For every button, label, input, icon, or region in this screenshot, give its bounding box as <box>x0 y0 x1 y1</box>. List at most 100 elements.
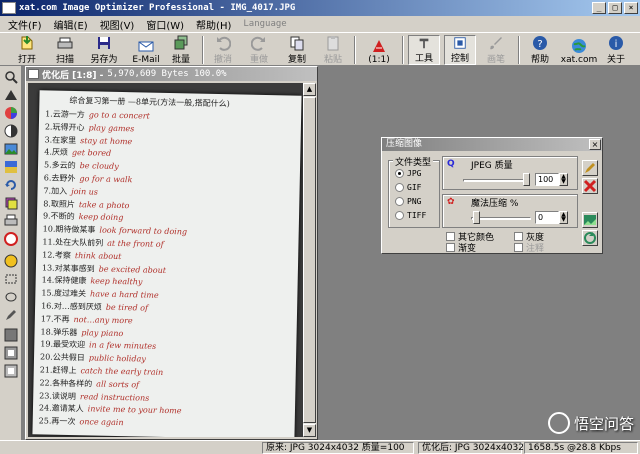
open-button[interactable]: 打开 <box>10 35 44 65</box>
apply-button[interactable] <box>582 160 598 176</box>
minimize-button[interactable]: _ <box>592 2 606 14</box>
control-label: 控制 <box>450 54 469 64</box>
dark-swatch-icon[interactable] <box>4 328 18 342</box>
vertical-scrollbar[interactable]: ▲ ▼ <box>303 83 316 437</box>
title-bar[interactable]: xat.com Image Optimizer Professional - I… <box>0 0 640 16</box>
picker-icon[interactable] <box>4 254 18 268</box>
magic-compress-label: 魔法压缩 % <box>471 199 519 209</box>
preview-button[interactable] <box>582 212 598 228</box>
radio-tiff-dot[interactable] <box>395 211 404 220</box>
brush-button[interactable]: 画笔 <box>480 35 512 65</box>
about-icon: i <box>609 36 623 50</box>
magic-compress-spinner[interactable]: ▲ ▼ <box>559 211 568 224</box>
gradient-icon[interactable] <box>4 160 18 174</box>
other-colors-box[interactable] <box>446 232 455 241</box>
copy-button[interactable]: 复制 <box>282 35 312 65</box>
jpeg-quality-slider[interactable] <box>523 173 530 186</box>
ellipse-select-icon[interactable] <box>4 290 18 304</box>
undo-label: 撤消 <box>213 55 232 65</box>
website-button[interactable]: xat.com <box>560 35 598 65</box>
menu-language[interactable]: Language <box>237 19 292 29</box>
close-button[interactable]: × <box>624 2 638 14</box>
batch-button[interactable]: 批量 <box>166 35 196 65</box>
radio-jpg[interactable]: JPG <box>395 169 421 178</box>
annotation-checkbox[interactable]: 注释 <box>514 241 544 254</box>
paper-line-en: catch the early train <box>80 366 164 377</box>
annotation-label: 注释 <box>526 244 545 254</box>
refresh-button[interactable] <box>582 230 598 246</box>
actual-size-button[interactable]: (1:1) <box>360 35 398 65</box>
rect-select-icon[interactable] <box>4 272 18 286</box>
menu-file[interactable]: 文件(F) <box>2 17 48 32</box>
jpeg-quality-input[interactable]: 100 <box>535 173 559 186</box>
annotation-box[interactable] <box>514 243 523 252</box>
menu-view[interactable]: 视图(V) <box>94 17 141 32</box>
sharpen-icon[interactable] <box>4 88 18 102</box>
status-bar: 原来: JPG 3024x4032 质量=100 优化后: JPG 3024x4… <box>0 440 640 454</box>
image-canvas[interactable]: 综合复习第一册 —8单元(方法一般,搭配什么) 1.云游一方 go to a co… <box>28 83 303 437</box>
radio-tiff-label: TIFF <box>407 211 427 220</box>
redo-button[interactable]: 重做 <box>244 35 274 65</box>
radio-tiff[interactable]: TIFF <box>395 211 426 220</box>
radio-png-label: PNG <box>407 197 422 206</box>
color-wheel-icon[interactable] <box>4 106 18 120</box>
brightness-icon[interactable] <box>4 124 18 138</box>
paper-line-zh: 24.邀请某人 <box>38 403 84 414</box>
tools-button[interactable]: 工具 <box>408 35 440 65</box>
watermark-logo <box>547 412 570 434</box>
radio-gif[interactable]: GIF <box>395 183 421 192</box>
email-button[interactable]: E-Mail <box>126 35 166 65</box>
gradient-box[interactable] <box>446 243 455 252</box>
magic-compress-input[interactable]: 0 <box>535 211 559 224</box>
scroll-down-button[interactable]: ▼ <box>303 424 316 437</box>
undo-button[interactable]: 撤消 <box>208 35 238 65</box>
image-icon[interactable] <box>4 142 18 156</box>
image-window[interactable]: 优化后 [1:8] - 5,970,609 Bytes 100.0% 综合复习第… <box>25 66 318 440</box>
red-x-icon <box>583 179 597 193</box>
menu-window[interactable]: 窗口(W) <box>140 17 190 32</box>
menu-help[interactable]: 帮助(H) <box>190 17 237 32</box>
paper-line-zh: 17.不再 <box>40 314 70 324</box>
scroll-thumb[interactable] <box>303 97 316 423</box>
control-button[interactable]: 控制 <box>444 35 476 65</box>
mid-swatch-icon[interactable] <box>4 346 18 360</box>
paper-line-zh: 5.多云的 <box>43 160 76 171</box>
help-button[interactable]: ? 帮助 <box>524 35 556 65</box>
maximize-button[interactable]: □ <box>608 2 622 14</box>
menu-edit[interactable]: 编辑(E) <box>48 17 94 32</box>
pen-icon[interactable] <box>4 308 18 322</box>
rotate-icon[interactable] <box>4 178 18 192</box>
magic-compress-slider[interactable] <box>473 211 480 224</box>
jpeg-quality-track[interactable] <box>463 179 529 182</box>
image-window-title[interactable]: 优化后 [1:8] - 5,970,609 Bytes 100.0% <box>26 67 317 81</box>
dialog-close-button[interactable]: × <box>589 139 601 150</box>
magic-compress-track[interactable] <box>471 217 531 220</box>
refresh-icon <box>584 232 596 244</box>
paper-line-en: think about <box>74 250 122 261</box>
radio-png[interactable]: PNG <box>395 197 421 206</box>
paper-line-zh: 25.再一次 <box>38 416 76 427</box>
window-title: xat.com Image Optimizer Professional - I… <box>19 3 296 13</box>
paper-line-zh: 14.保持健康 <box>41 275 87 286</box>
compress-dialog-title[interactable]: 压缩图像 × <box>382 138 602 151</box>
gradient-checkbox[interactable]: 渐变 <box>446 241 476 254</box>
stamp-icon[interactable] <box>4 232 18 246</box>
radio-jpg-dot[interactable] <box>395 169 404 178</box>
light-swatch-icon[interactable] <box>4 364 18 378</box>
radio-gif-dot[interactable] <box>395 183 404 192</box>
radio-png-dot[interactable] <box>395 197 404 206</box>
print-icon[interactable] <box>4 214 18 228</box>
grayscale-box[interactable] <box>514 232 523 241</box>
scroll-up-button[interactable]: ▲ <box>303 83 316 96</box>
save-as-button[interactable]: 另存为 <box>84 35 124 65</box>
paper-line-en: go to a concert <box>88 110 150 121</box>
about-button[interactable]: i 关于 <box>600 35 632 65</box>
compress-dialog: 压缩图像 × 文件类型 JPG GIF PNG TIFF Q JPEG 质量 1… <box>381 137 603 254</box>
cancel-button[interactable] <box>582 178 598 194</box>
jpeg-quality-spinner[interactable]: ▲ ▼ <box>559 173 568 186</box>
scan-button[interactable]: 扫描 <box>48 35 82 65</box>
zoom-icon[interactable] <box>4 70 18 84</box>
paste-button[interactable]: 粘贴 <box>318 35 348 65</box>
status-optimized: 优化后: JPG 3024x4032 <box>418 442 524 454</box>
layers-icon[interactable] <box>4 196 18 210</box>
